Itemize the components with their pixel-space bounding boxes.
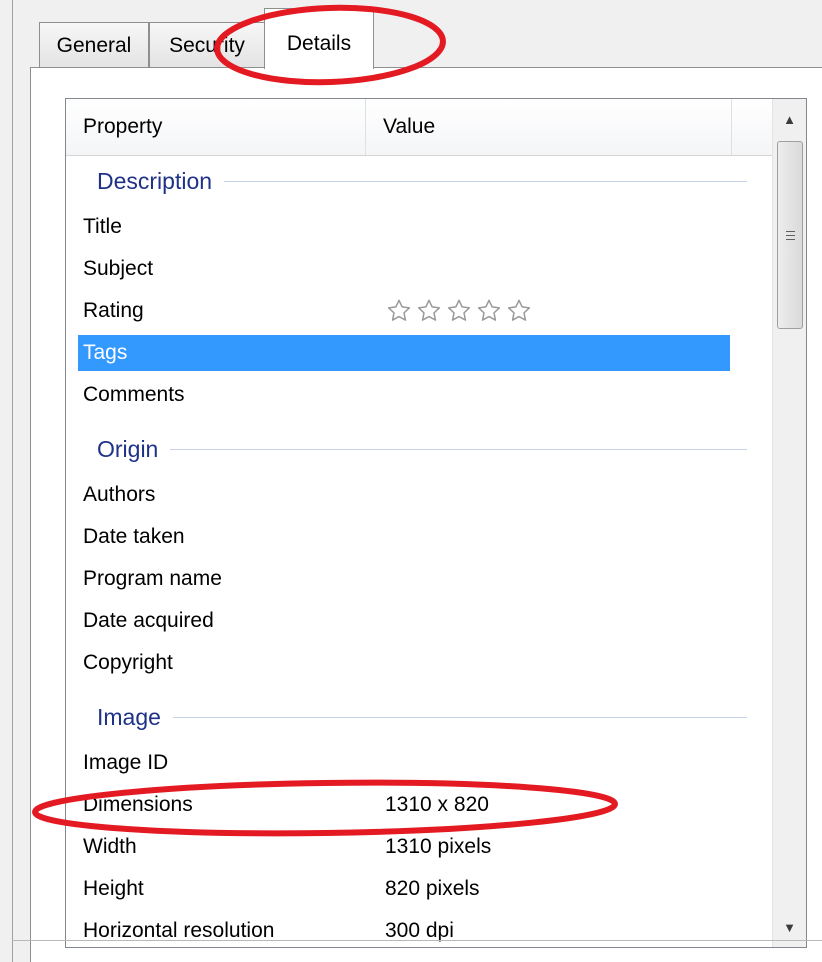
property-list[interactable]: Property Value Description Title Subject… [65, 98, 807, 948]
star-outline-icon[interactable] [445, 297, 473, 325]
group-header-description[interactable]: Description [97, 161, 747, 201]
scrollbar-thumb[interactable] [777, 141, 803, 329]
property-name: Rating [83, 299, 144, 322]
arrow-down-icon[interactable]: ▼ [773, 907, 806, 947]
property-value: 300 dpi [385, 919, 454, 942]
row-date-taken[interactable]: Date taken [78, 519, 730, 555]
tab-security-label: Security [169, 33, 245, 57]
row-image-id[interactable]: Image ID [78, 745, 730, 781]
property-name: Comments [83, 383, 185, 406]
row-authors[interactable]: Authors [78, 477, 730, 513]
property-name: Program name [83, 567, 222, 590]
row-tags[interactable]: Tags [78, 335, 730, 371]
tab-details-label: Details [286, 32, 352, 55]
row-height[interactable]: Height 820 pixels [78, 871, 730, 907]
grip-icon [785, 230, 795, 240]
property-name: Date acquired [83, 609, 214, 632]
property-name: Authors [83, 483, 156, 506]
list-header: Property Value [66, 99, 773, 156]
property-name: Title [83, 215, 122, 238]
row-program-name[interactable]: Program name [78, 561, 730, 597]
dialog-bottom-border [12, 940, 822, 941]
tab-general-label: General [56, 33, 132, 57]
group-header-label: Origin [97, 435, 159, 462]
row-copyright[interactable]: Copyright [78, 645, 730, 681]
group-divider [170, 448, 747, 450]
property-name: Date taken [83, 525, 185, 548]
property-name: Subject [83, 257, 154, 280]
property-name: Horizontal resolution [83, 919, 275, 942]
properties-dialog: General Security Details Property Value … [0, 0, 822, 962]
column-header-property[interactable]: Property [66, 99, 366, 155]
group-header-label: Image [97, 703, 161, 730]
star-outline-icon[interactable] [505, 297, 533, 325]
star-outline-icon[interactable] [385, 297, 413, 325]
arrow-up-icon[interactable]: ▲ [773, 99, 806, 139]
row-date-acquired[interactable]: Date acquired [78, 603, 730, 639]
dialog-left-border [12, 0, 13, 962]
property-name: Image ID [83, 751, 169, 774]
property-value: 820 pixels [385, 877, 480, 900]
property-value: 1310 x 820 [385, 793, 489, 816]
star-outline-icon[interactable] [475, 297, 503, 325]
group-header-image[interactable]: Image [97, 697, 747, 737]
tab-security[interactable]: Security [149, 22, 265, 68]
group-divider [224, 180, 747, 182]
group-divider [172, 716, 747, 718]
row-horizontal-resolution[interactable]: Horizontal resolution 300 dpi [78, 913, 730, 947]
property-name: Width [83, 835, 137, 858]
property-value: 1310 pixels [385, 835, 492, 858]
row-width[interactable]: Width 1310 pixels [78, 829, 730, 865]
tab-details[interactable]: Details [264, 8, 374, 69]
row-dimensions[interactable]: Dimensions 1310 x 820 [78, 787, 730, 823]
property-name: Dimensions [83, 793, 193, 816]
vertical-scrollbar[interactable]: ▲ ▼ [772, 99, 806, 947]
tab-general[interactable]: General [39, 22, 149, 68]
group-header-label: Description [97, 167, 213, 194]
row-rating[interactable]: Rating [78, 293, 730, 329]
row-comments[interactable]: Comments [78, 377, 730, 413]
column-header-filler [732, 99, 773, 155]
rating-stars[interactable] [385, 297, 533, 327]
property-name: Height [83, 877, 144, 900]
row-title[interactable]: Title [78, 209, 730, 245]
column-header-value[interactable]: Value [366, 99, 732, 155]
property-name: Copyright [83, 651, 173, 674]
row-subject[interactable]: Subject [78, 251, 730, 287]
property-name: Tags [83, 341, 128, 364]
group-header-origin[interactable]: Origin [97, 429, 747, 469]
star-outline-icon[interactable] [415, 297, 443, 325]
